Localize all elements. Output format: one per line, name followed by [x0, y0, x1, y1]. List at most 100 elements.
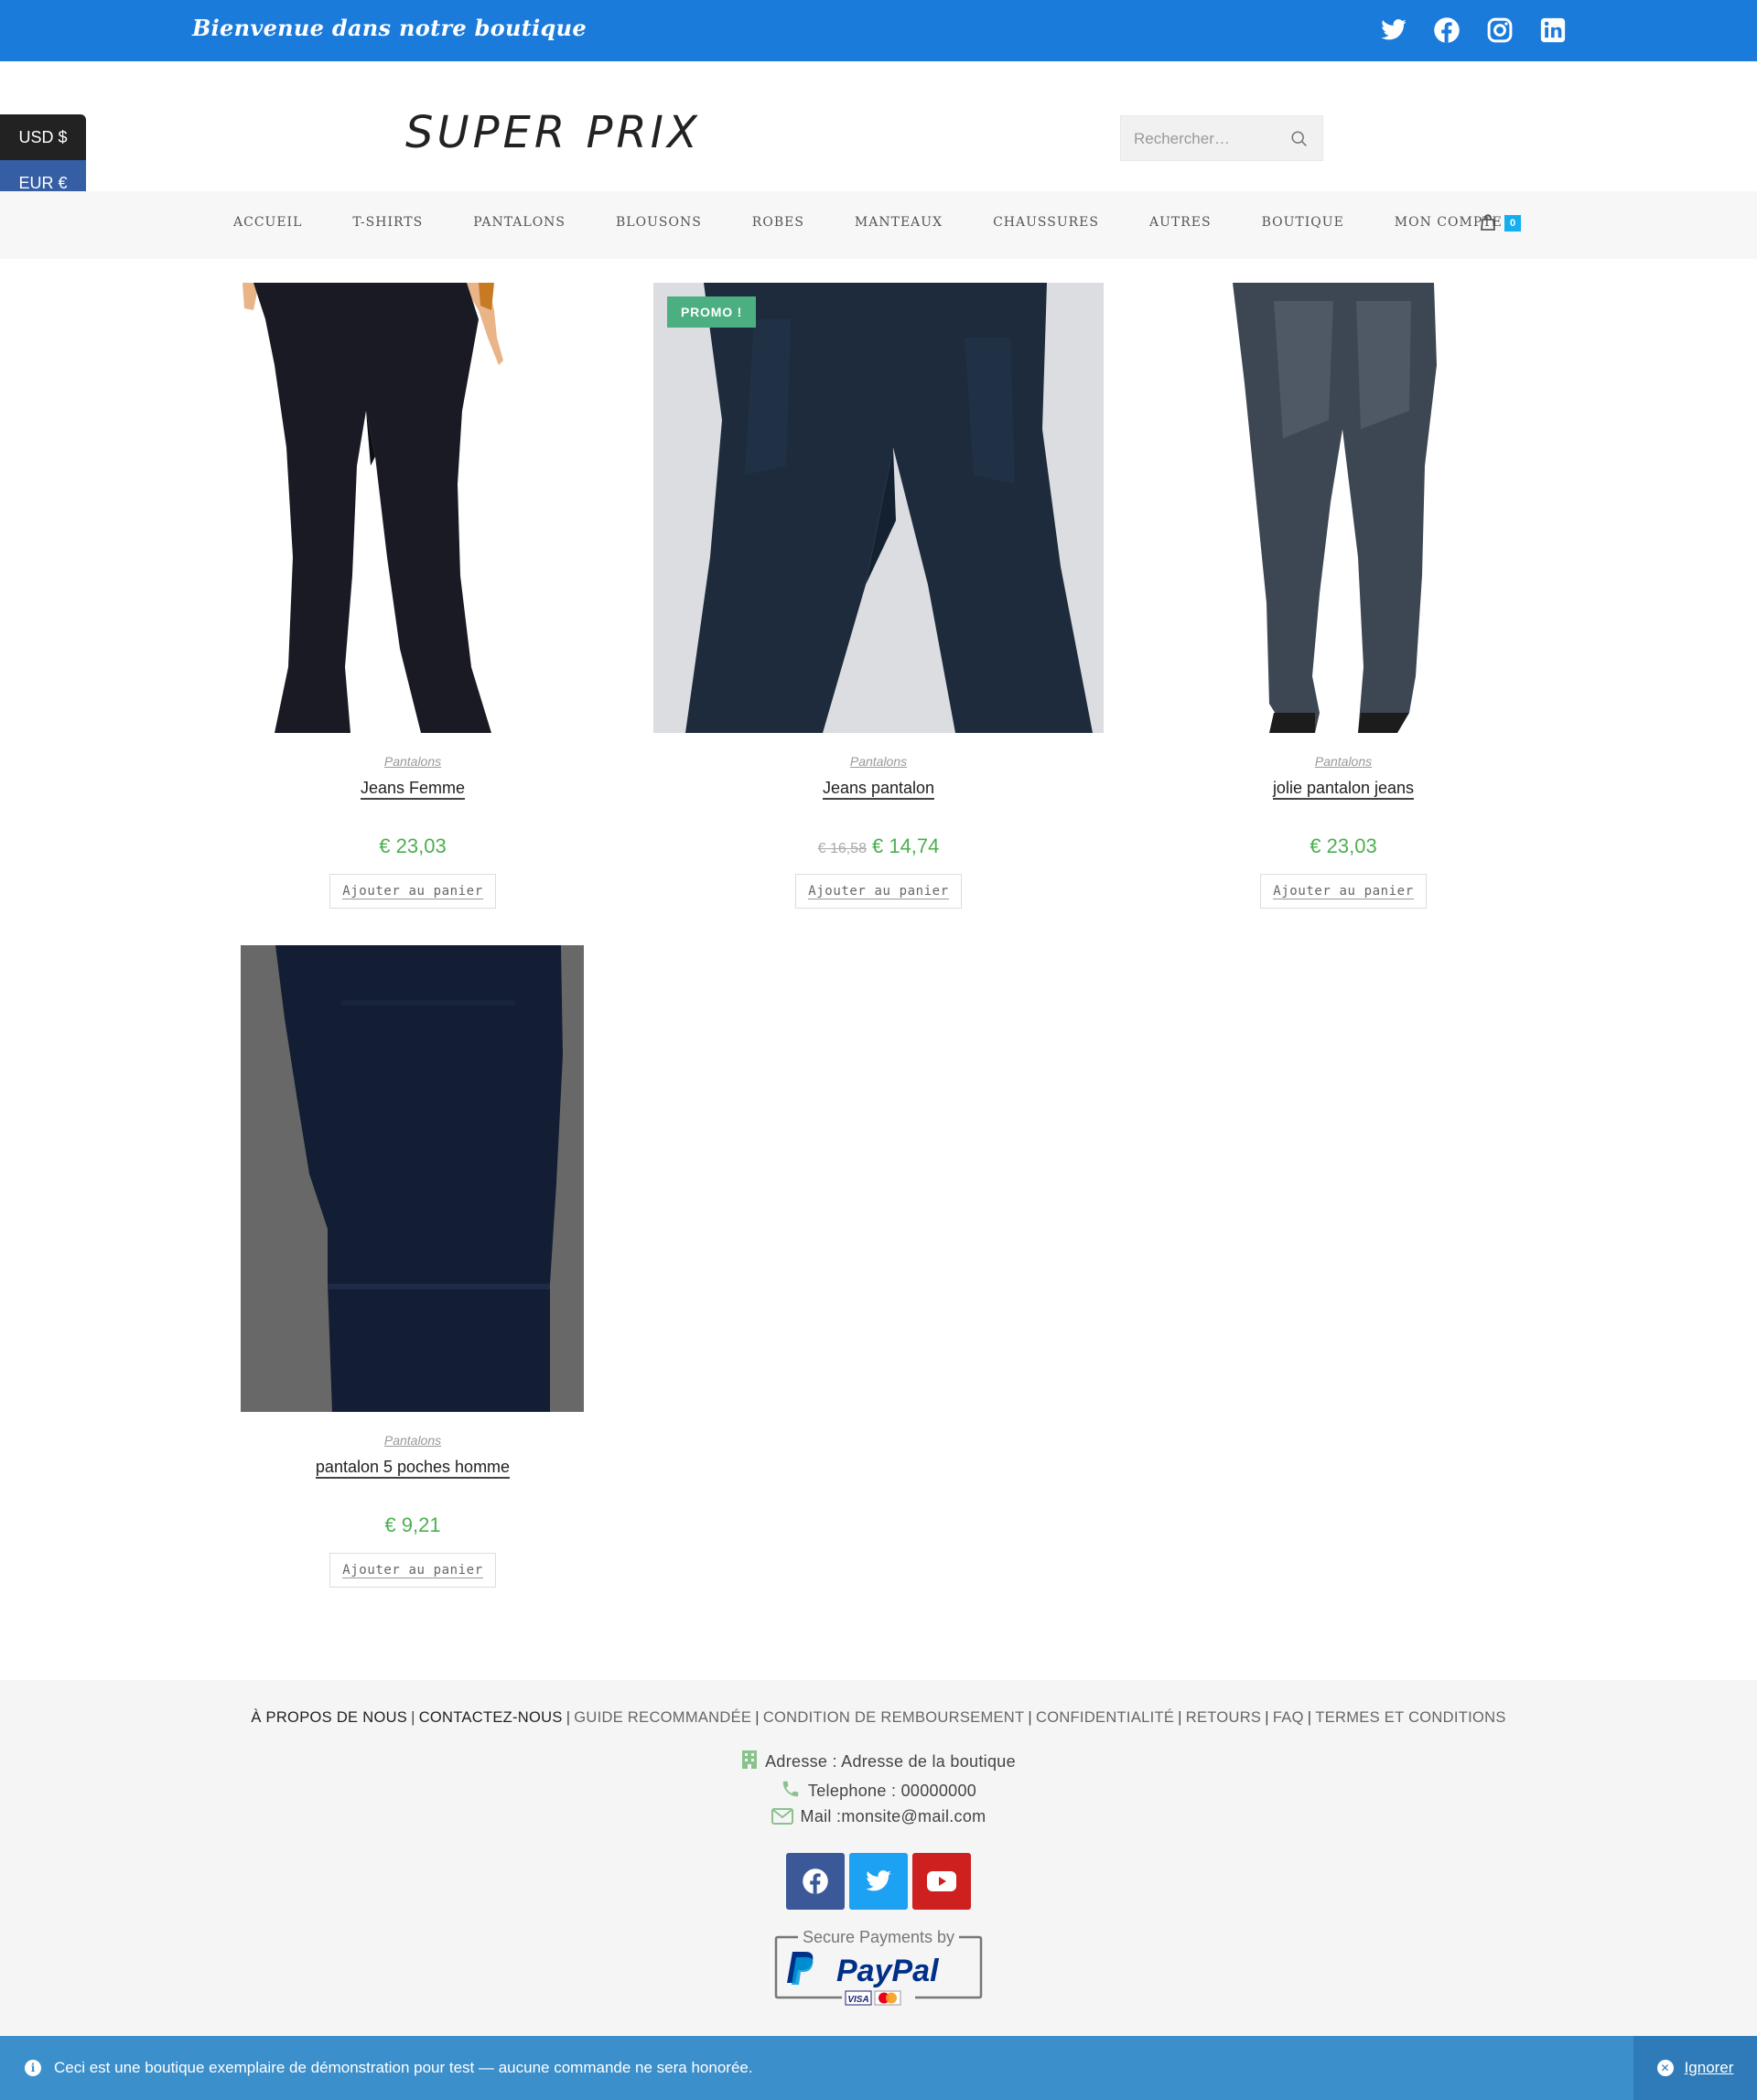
- linkedin-icon[interactable]: [1539, 16, 1567, 44]
- page: Bienvenue dans notre boutique USD $ EUR …: [0, 0, 1757, 2100]
- twitter-icon: [866, 1870, 891, 1891]
- close-icon: ✕: [1656, 2060, 1674, 2076]
- product-title[interactable]: Jeans pantalon: [653, 779, 1104, 800]
- main-nav: ACCUEIL T-SHIRTS PANTALONS BLOUSONS ROBE…: [0, 191, 1757, 259]
- product-title-text[interactable]: Jeans Femme: [360, 779, 466, 800]
- footer-address: Adresse : Adresse de la boutique: [0, 1750, 1757, 1772]
- demo-store-notice: i Ceci est une boutique exemplaire de dé…: [0, 2036, 1757, 2100]
- dismiss-notice-button[interactable]: ✕ Ignorer: [1633, 2036, 1757, 2100]
- nav-menu: ACCUEIL T-SHIRTS PANTALONS BLOUSONS ROBE…: [233, 215, 1553, 230]
- footer-link-separator: |: [755, 1709, 760, 1726]
- product-title[interactable]: Jeans Femme: [188, 779, 638, 800]
- nav-item-accueil[interactable]: ACCUEIL: [233, 215, 302, 230]
- product-title[interactable]: pantalon 5 poches homme: [188, 1458, 638, 1479]
- footer-link-terms[interactable]: TERMES ET CONDITIONS: [1315, 1709, 1505, 1726]
- building-icon: [742, 1750, 758, 1769]
- footer-address-text: Adresse : Adresse de la boutique: [765, 1752, 1016, 1771]
- footer-link-contact[interactable]: CONTACTEZ-NOUS: [419, 1709, 563, 1726]
- twitter-icon[interactable]: [1380, 16, 1407, 44]
- product-category[interactable]: Pantalons: [653, 754, 1104, 769]
- top-bar: Bienvenue dans notre boutique: [0, 0, 1757, 61]
- footer-facebook-button[interactable]: [786, 1853, 845, 1910]
- nav-item-t-shirts[interactable]: T-SHIRTS: [352, 215, 423, 230]
- product-title-text[interactable]: pantalon 5 poches homme: [315, 1458, 511, 1479]
- product-image[interactable]: [188, 283, 638, 733]
- nav-item-boutique[interactable]: BOUTIQUE: [1262, 215, 1344, 230]
- add-to-cart-label: Ajouter au panier: [1273, 883, 1414, 899]
- top-social-links: [1380, 16, 1567, 44]
- product-price-value: € 23,03: [1310, 835, 1377, 857]
- footer-link-separator: |: [411, 1709, 415, 1726]
- footer: À PROPOS DE NOUS | CONTACTEZ-NOUS | GUIDE RE…: [0, 1680, 1757, 2037]
- footer-link-about[interactable]: À PROPOS DE NOUS: [251, 1709, 407, 1726]
- product-category[interactable]: Pantalons: [188, 754, 638, 769]
- paypal-caption: Secure Payments by: [803, 1930, 954, 1946]
- product-price: € 16,58 € 14,74: [653, 835, 1104, 858]
- footer-link-separator: |: [1178, 1709, 1182, 1726]
- footer-link-separator: |: [1028, 1709, 1032, 1726]
- add-to-cart-label: Ajouter au panier: [342, 1562, 483, 1578]
- product-category[interactable]: Pantalons: [1118, 754, 1568, 769]
- footer-mail: Mail :monsite@mail.com: [0, 1807, 1757, 1826]
- paypal-logo: PayPal: [836, 1954, 940, 1988]
- product-price: € 23,03: [188, 835, 638, 858]
- product-title-text[interactable]: jolie pantalon jeans: [1272, 779, 1415, 800]
- cart-button[interactable]: 0: [1480, 213, 1525, 235]
- footer-link-separator: |: [566, 1709, 571, 1726]
- cart-count-badge: 0: [1504, 215, 1521, 232]
- site-logo[interactable]: SUPER PRIX: [405, 107, 701, 158]
- product-image[interactable]: [241, 945, 584, 1412]
- add-to-cart-button[interactable]: Ajouter au panier: [1260, 874, 1427, 909]
- add-to-cart-button[interactable]: Ajouter au panier: [329, 874, 496, 909]
- phone-icon: [782, 1781, 799, 1797]
- currency-usd[interactable]: USD $: [0, 114, 86, 160]
- footer-link-separator: |: [1265, 1709, 1269, 1726]
- footer-twitter-button[interactable]: [849, 1853, 908, 1910]
- nav-item-blousons[interactable]: BLOUSONS: [616, 215, 702, 230]
- product-image[interactable]: PROMO !: [653, 283, 1104, 733]
- shopping-bag-icon: [1481, 214, 1495, 231]
- product-old-price: € 16,58: [817, 841, 867, 856]
- footer-link-guide[interactable]: GUIDE RECOMMANDÉE: [574, 1709, 751, 1726]
- product-image[interactable]: [1118, 283, 1568, 733]
- add-to-cart-button[interactable]: Ajouter au panier: [329, 1553, 496, 1588]
- nav-item-robes[interactable]: ROBES: [752, 215, 804, 230]
- footer-links: À PROPOS DE NOUS | CONTACTEZ-NOUS | GUIDE RE…: [0, 1709, 1757, 1727]
- footer-link-faq[interactable]: FAQ: [1273, 1709, 1304, 1726]
- footer-link-privacy[interactable]: CONFIDENTIALITÉ: [1036, 1709, 1174, 1726]
- footer-mail-text: Mail :monsite@mail.com: [800, 1807, 986, 1825]
- search-input[interactable]: Rechercher…: [1134, 130, 1230, 148]
- product-category[interactable]: Pantalons: [188, 1433, 638, 1448]
- product-price: € 9,21: [188, 1513, 638, 1537]
- facebook-icon: [803, 1868, 828, 1894]
- footer-link-returns[interactable]: RETOURS: [1186, 1709, 1261, 1726]
- nav-item-autres[interactable]: AUTRES: [1149, 215, 1212, 230]
- product-price-value: € 14,74: [871, 835, 940, 857]
- footer-link-refund[interactable]: CONDITION DE REMBOURSEMENT: [763, 1709, 1025, 1726]
- product-title-text[interactable]: Jeans pantalon: [822, 779, 935, 800]
- footer-phone-text: Telephone : 00000000: [807, 1782, 977, 1800]
- add-to-cart-button[interactable]: Ajouter au panier: [795, 874, 962, 909]
- promo-badge: PROMO !: [667, 296, 757, 328]
- welcome-text: Bienvenue dans notre boutique: [192, 15, 587, 41]
- facebook-icon[interactable]: [1433, 16, 1461, 44]
- paypal-badge: Secure Payments by PayPal VISA: [774, 1928, 983, 2007]
- search-icon[interactable]: [1289, 129, 1310, 149]
- product-price-value: € 23,03: [379, 835, 447, 857]
- product-price: € 23,03: [1118, 835, 1568, 858]
- footer-phone: Telephone : 00000000: [0, 1779, 1757, 1801]
- add-to-cart-label: Ajouter au panier: [808, 883, 949, 899]
- footer-youtube-button[interactable]: [912, 1853, 971, 1910]
- nav-item-manteaux[interactable]: MANTEAUX: [855, 215, 943, 230]
- nav-item-pantalons[interactable]: PANTALONS: [473, 215, 566, 230]
- search-box[interactable]: Rechercher…: [1120, 115, 1323, 161]
- youtube-icon: [927, 1871, 956, 1891]
- footer-social-links: [786, 1853, 971, 1910]
- footer-link-separator: |: [1307, 1709, 1312, 1726]
- svg-text:VISA: VISA: [847, 1995, 868, 2005]
- product-price-value: € 9,21: [384, 1513, 441, 1536]
- add-to-cart-label: Ajouter au panier: [342, 883, 483, 899]
- product-title[interactable]: jolie pantalon jeans: [1118, 779, 1568, 800]
- instagram-icon[interactable]: [1486, 16, 1514, 44]
- nav-item-chaussures[interactable]: CHAUSSURES: [993, 215, 1099, 230]
